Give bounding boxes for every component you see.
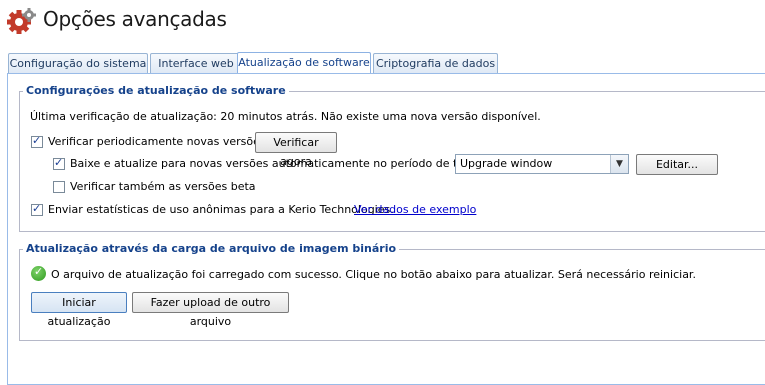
gear-icon — [7, 8, 36, 34]
beta-label: Verificar também as versões beta — [70, 180, 256, 193]
last-check-text: Última verificação de atualização: 20 mi… — [30, 110, 541, 123]
auto-download-label: Baixe e atualize para novas versões auto… — [70, 157, 493, 170]
tab-web-interface[interactable]: Interface web — [150, 53, 242, 73]
window-title: Opções avançadas — [43, 7, 227, 31]
start-update-button[interactable]: Iniciar atualização — [31, 292, 127, 328]
binary-update-fieldset: Atualização através da carga de arquivo … — [19, 242, 765, 341]
auto-download-checkbox[interactable] — [53, 156, 65, 170]
stats-label: Enviar estatísticas de uso anônimas para… — [48, 203, 394, 216]
time-period-value: Upgrade window — [460, 157, 553, 170]
tab-data-encryption[interactable]: Criptografia de dados — [373, 53, 498, 73]
stats-checkbox[interactable] — [31, 202, 43, 216]
check-now-button[interactable]: Verificar agora — [255, 132, 337, 168]
tab-panel: Configurações de atualização de software… — [7, 73, 765, 385]
software-update-fieldset: Configurações de atualização de software… — [19, 84, 765, 232]
sample-data-link[interactable]: Ver dados de exemplo — [354, 203, 476, 216]
chevron-down-icon[interactable]: ▼ — [610, 155, 628, 173]
beta-checkbox[interactable] — [53, 181, 65, 193]
upload-status-message: O arquivo de atualização foi carregado c… — [51, 268, 696, 281]
tab-system-config[interactable]: Configuração do sistema — [8, 53, 148, 73]
edit-button[interactable]: Editar... — [636, 154, 718, 175]
upload-other-file-button[interactable]: Fazer upload de outro arquivo — [132, 292, 289, 328]
software-update-legend: Configurações de atualização de software — [23, 84, 289, 97]
periodic-check-label: Verificar periodicamente novas versões — [48, 135, 266, 148]
periodic-check-checkbox[interactable] — [31, 134, 43, 148]
window-titlebar: Opções avançadas — [0, 0, 765, 40]
tab-software-update[interactable]: Atualização de software — [237, 52, 371, 75]
binary-update-legend: Atualização através da carga de arquivo … — [23, 242, 400, 255]
success-check-icon — [31, 265, 46, 281]
time-period-select[interactable]: Upgrade window ▼ — [455, 154, 629, 174]
